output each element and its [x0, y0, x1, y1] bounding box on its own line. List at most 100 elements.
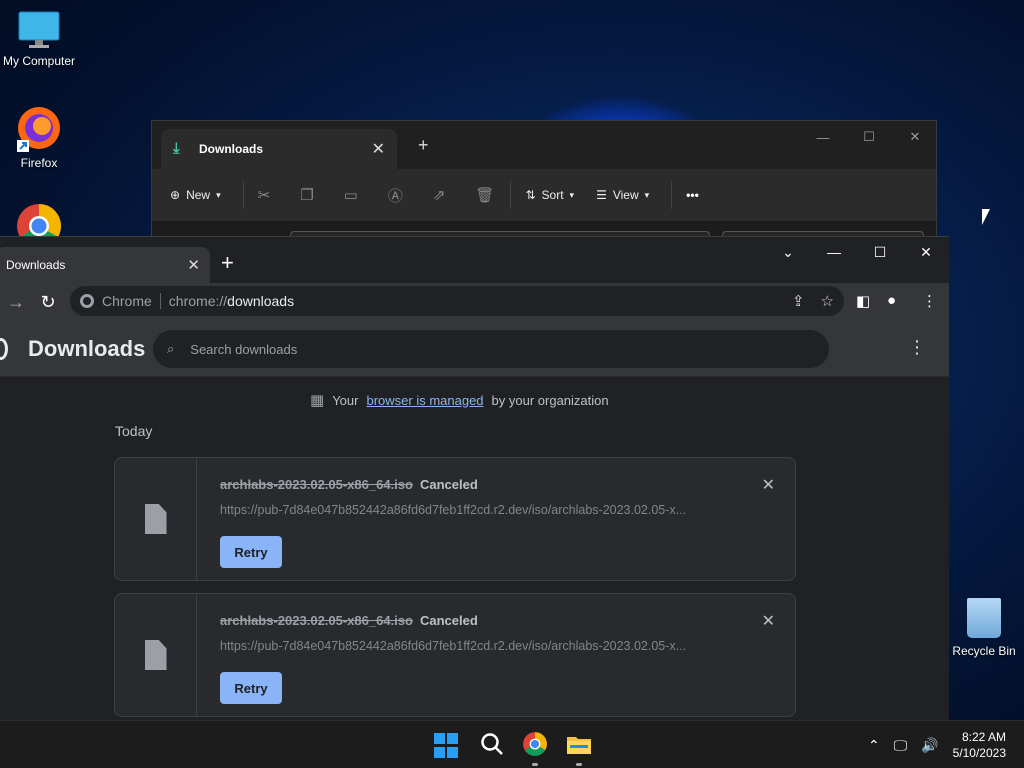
- managed-prefix: Your: [332, 392, 359, 408]
- desktop-icon-recycle-bin[interactable]: Recycle Bin: [944, 598, 1024, 658]
- new-button[interactable]: ⊕ New ▾: [170, 188, 221, 202]
- search-icon: ⌕: [167, 341, 175, 356]
- desktop-icon-my-computer[interactable]: My Computer: [0, 10, 78, 68]
- chrome-window[interactable]: Downloads ✕ + ⌄ — ☐ ✕ → ↻ Chrome chrome:…: [0, 236, 949, 720]
- clock[interactable]: 8:22 AM 5/10/2023: [953, 729, 1006, 761]
- forward-arrow-icon[interactable]: →: [0, 292, 32, 313]
- omnibox-chip: Chrome: [102, 293, 161, 309]
- chrome-logo-icon: [0, 338, 8, 360]
- download-item-icon-column: [115, 594, 197, 716]
- share-icon[interactable]: ⇗: [433, 186, 446, 204]
- omnibox[interactable]: Chrome chrome:// downloads ⇪ ☆: [70, 286, 844, 316]
- chrome-titlebar: Downloads ✕ + ⌄ — ☐ ✕: [0, 237, 949, 283]
- share-icon[interactable]: ⇪: [792, 292, 805, 310]
- file-explorer-icon[interactable]: [566, 731, 592, 757]
- chrome-tab-downloads[interactable]: Downloads ✕: [0, 247, 210, 283]
- explorer-tabbar: ⤓ Downloads ✕ + — ☐ ✕: [152, 121, 936, 169]
- download-arrow-icon: ⤓: [173, 140, 180, 157]
- monitor-icon: [18, 11, 60, 48]
- chrome-window-controls: ⌄ — ☐ ✕: [765, 237, 949, 267]
- close-window-button[interactable]: ✕: [892, 121, 938, 153]
- chrome-taskbar-icon[interactable]: [522, 731, 548, 757]
- sort-label: Sort: [541, 188, 564, 202]
- remove-item-icon[interactable]: ✕: [762, 475, 775, 495]
- recycle-bin-icon: [967, 598, 1001, 638]
- download-status: Canceled: [420, 477, 478, 492]
- building-icon: ▦: [310, 392, 325, 409]
- omnibox-path: downloads: [227, 293, 295, 309]
- volume-icon[interactable]: 🔊: [921, 737, 938, 754]
- more-actions-icon[interactable]: ⋮: [908, 337, 926, 358]
- view-button[interactable]: ☰ View ▾: [596, 188, 649, 202]
- download-item: archlabs-2023.02.05-x86_64.iso Canceled …: [114, 457, 796, 581]
- omnibox-scheme: chrome://: [168, 293, 228, 309]
- side-panel-icon[interactable]: ◧: [856, 292, 870, 310]
- minimize-button[interactable]: —: [811, 237, 857, 267]
- desktop-icon-label: Recycle Bin: [952, 644, 1016, 658]
- network-icon[interactable]: 🖵: [894, 737, 908, 754]
- managed-notice: ▦ Your browser is managed by your organi…: [310, 391, 609, 409]
- sort-button[interactable]: ⇅ Sort ▾: [525, 188, 574, 202]
- maximize-button[interactable]: ☐: [846, 121, 892, 153]
- download-url[interactable]: https://pub-7d84e047b852442a86fd6d7feb1f…: [220, 503, 720, 517]
- toolbar-separator: [671, 181, 673, 209]
- file-icon: [144, 504, 167, 534]
- downloads-header: Downloads ⌕ Search downloads ⋮: [0, 321, 949, 377]
- new-tab-button[interactable]: +: [418, 135, 429, 156]
- download-filename[interactable]: archlabs-2023.02.05-x86_64.iso: [220, 613, 413, 628]
- explorer-tab-title: Downloads: [199, 142, 264, 156]
- close-window-button[interactable]: ✕: [903, 237, 949, 267]
- plus-circle-icon: ⊕: [170, 188, 181, 202]
- retry-button[interactable]: Retry: [220, 536, 282, 568]
- chrome-menu-icon[interactable]: ⋮: [922, 292, 937, 310]
- running-indicator: [576, 763, 582, 766]
- close-tab-icon[interactable]: ✕: [372, 139, 385, 159]
- desktop-icon-label: My Computer: [2, 54, 76, 68]
- retry-button[interactable]: Retry: [220, 672, 282, 704]
- delete-icon[interactable]: 🗑: [475, 186, 494, 204]
- taskbar: ⌃ 🖵 🔊 8:22 AM 5/10/2023: [0, 720, 1024, 768]
- rename-icon[interactable]: Ⓐ: [388, 185, 403, 206]
- search-icon[interactable]: [479, 731, 505, 757]
- reload-icon[interactable]: ↻: [32, 292, 64, 313]
- managed-link[interactable]: browser is managed: [366, 393, 483, 408]
- page-title: Downloads: [28, 336, 146, 361]
- managed-suffix: by your organization: [491, 392, 609, 408]
- maximize-button[interactable]: ☐: [857, 237, 903, 267]
- cut-icon[interactable]: ✂: [258, 186, 271, 204]
- download-status: Canceled: [420, 613, 478, 628]
- close-tab-icon[interactable]: ✕: [187, 256, 200, 274]
- mouse-cursor-icon: [982, 209, 990, 225]
- tab-search-chevron-icon[interactable]: ⌄: [765, 237, 811, 267]
- copy-icon[interactable]: ❐: [300, 186, 313, 204]
- profile-icon[interactable]: ●: [887, 292, 896, 309]
- chrome-toolbar: → ↻ Chrome chrome:// downloads ⇪ ☆ ◧ ● ⋮: [0, 283, 949, 321]
- desktop-icon-firefox[interactable]: Firefox: [0, 104, 78, 170]
- clock-date: 5/10/2023: [952, 746, 1006, 760]
- file-icon: [144, 640, 167, 670]
- toolbar-separator: [510, 181, 512, 209]
- view-label: View: [612, 188, 639, 202]
- minimize-button[interactable]: —: [800, 121, 846, 153]
- more-options-icon[interactable]: •••: [686, 188, 699, 202]
- explorer-window-controls: — ☐ ✕: [800, 121, 938, 153]
- system-tray: ⌃ 🖵 🔊 8:22 AM 5/10/2023: [868, 721, 1024, 768]
- clock-time: 8:22 AM: [961, 730, 1006, 744]
- chrome-tab-title: Downloads: [6, 258, 66, 272]
- download-item: archlabs-2023.02.05-x86_64.iso Canceled …: [114, 593, 796, 717]
- view-icon: ☰: [596, 188, 607, 202]
- paste-icon[interactable]: ▭: [344, 186, 358, 204]
- download-filename[interactable]: archlabs-2023.02.05-x86_64.iso: [220, 477, 413, 492]
- new-tab-button[interactable]: +: [221, 250, 234, 276]
- download-url[interactable]: https://pub-7d84e047b852442a86fd6d7feb1f…: [220, 639, 720, 653]
- chevron-up-icon[interactable]: ⌃: [868, 737, 880, 754]
- remove-item-icon[interactable]: ✕: [762, 611, 775, 631]
- start-button[interactable]: [434, 733, 460, 759]
- chevron-down-icon: ▾: [569, 189, 575, 200]
- explorer-toolbar: ⊕ New ▾ ✂ ❐ ▭ Ⓐ ⇗ 🗑 ⇅ Sort ▾ ☰ View ▾ ••…: [152, 169, 936, 221]
- search-downloads-input[interactable]: ⌕ Search downloads: [153, 330, 829, 368]
- explorer-tab-downloads[interactable]: ⤓ Downloads ✕: [161, 129, 397, 169]
- bookmark-star-icon[interactable]: ☆: [821, 292, 834, 310]
- downloads-content: ▦ Your browser is managed by your organi…: [0, 377, 949, 717]
- toolbar-separator: [242, 181, 244, 209]
